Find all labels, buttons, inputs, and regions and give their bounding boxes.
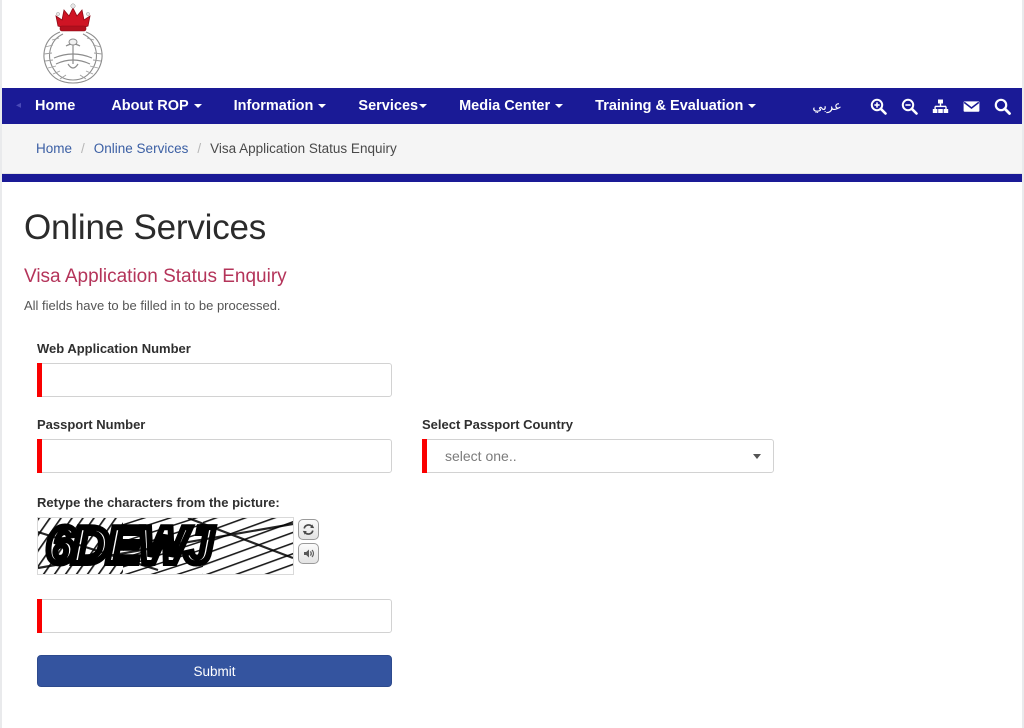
breadcrumb-item-online-services[interactable]: Online Services	[94, 141, 189, 156]
captcha-label: Retype the characters from the picture:	[37, 495, 280, 510]
breadcrumb-separator: /	[197, 141, 202, 156]
rop-logo[interactable]	[30, 2, 116, 86]
captcha-audio-button[interactable]	[298, 543, 319, 564]
nav-item-about-rop[interactable]: About ROP	[95, 88, 217, 124]
breadcrumb-item-home[interactable]: Home	[36, 141, 72, 156]
web-application-number-wrap	[37, 363, 392, 397]
page-root: ◂ Home About ROP Information Services Me…	[0, 0, 1024, 728]
required-indicator	[37, 363, 42, 397]
chevron-down-icon	[748, 103, 757, 108]
captcha-refresh-button[interactable]	[298, 519, 319, 540]
section-divider	[2, 174, 1022, 182]
main-navigation: ◂ Home About ROP Information Services Me…	[2, 88, 1022, 124]
web-application-number-label: Web Application Number	[37, 341, 191, 356]
nav-item-label: Home	[35, 98, 76, 114]
field-group-captcha-answer	[2, 599, 1022, 633]
passport-country-select[interactable]: select one..	[422, 439, 774, 473]
passport-country-selected-value: select one..	[445, 448, 517, 464]
chevron-down-icon	[193, 103, 202, 108]
form-instruction-note: All fields have to be filled in to be pr…	[24, 298, 281, 313]
zoom-out-icon[interactable]	[901, 98, 918, 115]
nav-item-label: Training & Evaluation	[595, 98, 744, 114]
breadcrumb-separator: /	[81, 141, 85, 156]
captcha-row: 6DEWJ	[37, 517, 1022, 575]
search-icon[interactable]	[994, 98, 1011, 115]
field-row-passport: Passport Number Select Passport Country …	[2, 417, 1022, 473]
nav-item-home[interactable]: Home	[25, 88, 91, 124]
nav-utility-icons	[870, 98, 1022, 115]
zoom-in-icon[interactable]	[870, 98, 887, 115]
field-group-captcha: Retype the characters from the picture:	[2, 495, 1022, 575]
web-application-number-input[interactable]	[37, 363, 392, 397]
chevron-down-icon	[318, 103, 327, 108]
required-indicator	[37, 439, 42, 473]
passport-number-wrap	[37, 439, 392, 473]
sitemap-icon[interactable]	[932, 98, 949, 115]
breadcrumb-item-current: Visa Application Status Enquiry	[210, 141, 397, 156]
page-subtitle: Visa Application Status Enquiry	[24, 266, 287, 287]
captcha-answer-input[interactable]	[37, 599, 392, 633]
passport-country-wrap: select one..	[422, 439, 774, 473]
nav-item-label: Media Center	[459, 98, 551, 114]
captcha-text: 6DEWJ	[46, 518, 214, 574]
nav-item-media-center[interactable]: Media Center	[443, 88, 579, 124]
captcha-answer-wrap	[37, 599, 392, 633]
nav-item-training-evaluation[interactable]: Training & Evaluation	[579, 88, 772, 124]
required-indicator	[422, 439, 427, 473]
chevron-down-icon	[419, 103, 428, 108]
field-group-passport-country: Select Passport Country select one..	[422, 417, 774, 473]
captcha-buttons	[298, 517, 319, 564]
nav-scroll-left-icon[interactable]: ◂	[16, 101, 21, 111]
chevron-down-icon	[753, 453, 761, 459]
nav-item-label: Information	[233, 98, 314, 114]
required-indicator	[37, 599, 42, 633]
nav-item-label: About ROP	[111, 98, 189, 114]
breadcrumb: Home / Online Services / Visa Applicatio…	[2, 124, 1022, 174]
submit-row: Submit	[2, 655, 1022, 687]
visa-status-form: Web Application Number Passport Number S…	[2, 341, 1022, 687]
field-group-web-application-number: Web Application Number	[2, 341, 1022, 397]
captcha-image: 6DEWJ	[37, 517, 294, 575]
nav-item-label: Services	[358, 98, 419, 114]
main-content: Online Services Visa Application Status …	[2, 182, 1022, 687]
envelope-icon[interactable]	[963, 98, 980, 115]
chevron-down-icon	[555, 103, 564, 108]
page-title: Online Services	[24, 208, 267, 247]
nav-item-information[interactable]: Information	[218, 88, 343, 124]
submit-button-label: Submit	[193, 663, 236, 679]
passport-country-label: Select Passport Country	[422, 417, 573, 432]
submit-button[interactable]: Submit	[37, 655, 392, 687]
language-switch-arabic[interactable]: عربي	[798, 88, 855, 124]
nav-item-services[interactable]: Services	[342, 88, 443, 124]
passport-number-input[interactable]	[37, 439, 392, 473]
site-masthead	[2, 0, 1022, 88]
